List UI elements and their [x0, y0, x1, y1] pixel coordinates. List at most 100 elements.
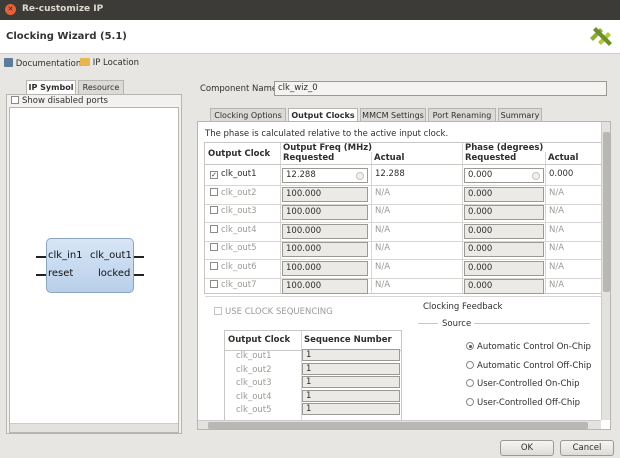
horizontal-scrollbar-thumb[interactable] — [208, 422, 588, 429]
feedback-option-radio[interactable]: Automatic Control On-Chip — [466, 342, 591, 352]
col-phase: Phase (degrees) — [465, 143, 544, 153]
sequence-number-input[interactable]: 1 — [302, 376, 400, 388]
freq-requested-input[interactable]: 100.000 — [282, 242, 368, 257]
cancel-button[interactable]: Cancel — [560, 440, 614, 456]
vertical-scrollbar[interactable] — [601, 122, 610, 420]
documentation-link[interactable]: Documentation — [4, 58, 81, 69]
sequence-number-input[interactable]: 1 — [302, 349, 400, 361]
tab-summary[interactable]: Summary — [498, 108, 542, 122]
phase-requested-input[interactable]: 0.000 — [464, 279, 544, 294]
phase-requested-input[interactable]: 0.000 — [464, 186, 544, 202]
close-icon[interactable]: ✕ — [5, 4, 16, 15]
spin-icon[interactable] — [356, 172, 364, 180]
phase-requested-input[interactable]: 0.000 — [464, 205, 544, 220]
clk-out1-pin — [134, 256, 144, 258]
radio-icon — [466, 379, 474, 387]
spin-icon[interactable] — [532, 172, 540, 180]
toolbar: Documentation IP Location — [0, 54, 620, 72]
phase-requested-input[interactable]: 0.000 — [464, 242, 544, 257]
phase-requested-input[interactable]: 0.000 — [464, 168, 544, 183]
feedback-option-radio[interactable]: Automatic Control Off-Chip — [466, 360, 591, 371]
symbol-reset: reset — [48, 268, 74, 279]
folder-icon — [80, 58, 90, 66]
clk-out-checkbox[interactable]: clk_out4 — [207, 222, 257, 240]
sequence-number-input[interactable]: 1 — [302, 389, 400, 402]
tab-resource[interactable]: Resource — [78, 80, 124, 94]
freq-actual-value: N/A — [375, 280, 391, 290]
radio-icon — [466, 360, 474, 369]
left-hscrollbar[interactable] — [10, 423, 178, 432]
freq-actual-value: N/A — [375, 224, 391, 235]
col-output-clock: Output Clock — [208, 149, 271, 159]
dialog-header: Clocking Wizard (5.1) — [0, 20, 620, 54]
phase-actual-value: N/A — [549, 224, 565, 235]
ok-button[interactable]: OK — [500, 440, 554, 456]
seq-output-clock: clk_out2 — [236, 364, 272, 375]
clk-out-checkbox[interactable]: clk_out7 — [207, 277, 257, 295]
feedback-option-radio[interactable]: User-Controlled Off-Chip — [466, 397, 580, 408]
show-disabled-ports-checkbox[interactable]: Show disabled ports — [11, 96, 108, 106]
phase-requested-input[interactable]: 0.000 — [464, 223, 544, 239]
left-panel: IP Symbol Resource Show disabled ports c… — [4, 76, 188, 436]
clk-in1-pin — [36, 256, 46, 258]
seq-output-clock: clk_out3 — [236, 378, 272, 388]
col-freq-requested: Requested — [283, 153, 335, 163]
vertical-scrollbar-thumb[interactable] — [603, 132, 610, 292]
clk-out-checkbox[interactable]: clk_out3 — [207, 203, 257, 221]
freq-requested-input[interactable]: 100.000 — [282, 223, 368, 239]
phase-actual-value: N/A — [549, 187, 565, 198]
clk-out-checkbox[interactable]: clk_out6 — [207, 259, 257, 277]
phase-actual-value: 0.000 — [549, 169, 574, 179]
clk-out-checkbox[interactable]: clk_out2 — [207, 185, 257, 203]
freq-requested-input[interactable]: 100.000 — [282, 260, 368, 276]
freq-requested-input[interactable]: 100.000 — [282, 279, 368, 294]
locked-pin — [134, 274, 144, 276]
freq-requested-input[interactable]: 12.288 — [282, 168, 368, 183]
seq-col-sequence-number: Sequence Number — [304, 335, 392, 345]
xilinx-logo-icon — [590, 27, 612, 46]
phase-requested-input[interactable]: 0.000 — [464, 260, 544, 276]
clk-out-checkbox[interactable]: clk_out5 — [207, 240, 257, 258]
radio-icon — [466, 397, 474, 406]
phase-actual-value: N/A — [549, 206, 565, 216]
clocking-feedback-title: Clocking Feedback — [423, 302, 503, 312]
component-name-input[interactable]: clk_wiz_0 — [274, 81, 607, 96]
tab-mmcm-settings[interactable]: MMCM Settings — [360, 108, 426, 122]
reset-pin — [36, 274, 46, 276]
sequence-number-input[interactable]: 1 — [302, 362, 400, 375]
tab-output-clocks[interactable]: Output Clocks — [288, 108, 358, 122]
use-clock-sequencing-checkbox[interactable]: USE CLOCK SEQUENCING — [214, 307, 333, 317]
tab-ip-symbol[interactable]: IP Symbol — [26, 80, 76, 94]
clk-out-checkbox[interactable]: ✓ clk_out1 — [207, 166, 257, 184]
tab-clocking-options[interactable]: Clocking Options — [210, 108, 286, 122]
ip-symbol-block — [46, 238, 134, 293]
component-name-label: Component Name — [200, 84, 278, 94]
col-freq-actual: Actual — [374, 153, 405, 163]
col-output-freq: Output Freq (MHz) — [283, 143, 373, 153]
symbol-clk-out1: clk_out1 — [90, 250, 132, 261]
freq-actual-value: 12.288 — [375, 169, 405, 179]
seq-col-output-clock: Output Clock — [228, 335, 291, 345]
tab-port-renaming[interactable]: Port Renaming — [428, 108, 496, 122]
symbol-locked: locked — [98, 268, 131, 279]
window-title: Re-customize IP — [22, 4, 104, 14]
ip-location-link[interactable]: IP Location — [80, 58, 139, 68]
freq-requested-input[interactable]: 100.000 — [282, 205, 368, 220]
freq-requested-input[interactable]: 100.000 — [282, 186, 368, 202]
freq-actual-value: N/A — [375, 261, 391, 272]
symbol-canvas: clk_in1 clk_out1 reset locked — [9, 107, 179, 433]
symbol-panel: Show disabled ports clk_in1 clk_out1 res… — [6, 94, 182, 434]
book-icon — [4, 58, 13, 67]
symbol-clk-in1: clk_in1 — [48, 250, 83, 261]
seq-output-clock: clk_out5 — [236, 405, 272, 415]
col-phase-actual: Actual — [548, 153, 579, 163]
horizontal-scrollbar[interactable] — [198, 420, 601, 429]
phase-note: The phase is calculated relative to the … — [205, 129, 449, 139]
freq-actual-value: N/A — [375, 206, 391, 216]
phase-actual-value: N/A — [549, 280, 565, 290]
feedback-option-radio[interactable]: User-Controlled On-Chip — [466, 379, 580, 389]
phase-actual-value: N/A — [549, 261, 565, 272]
sequence-number-input[interactable]: 1 — [302, 403, 400, 415]
col-phase-requested: Requested — [465, 153, 517, 163]
page-title: Clocking Wizard (5.1) — [6, 31, 127, 42]
